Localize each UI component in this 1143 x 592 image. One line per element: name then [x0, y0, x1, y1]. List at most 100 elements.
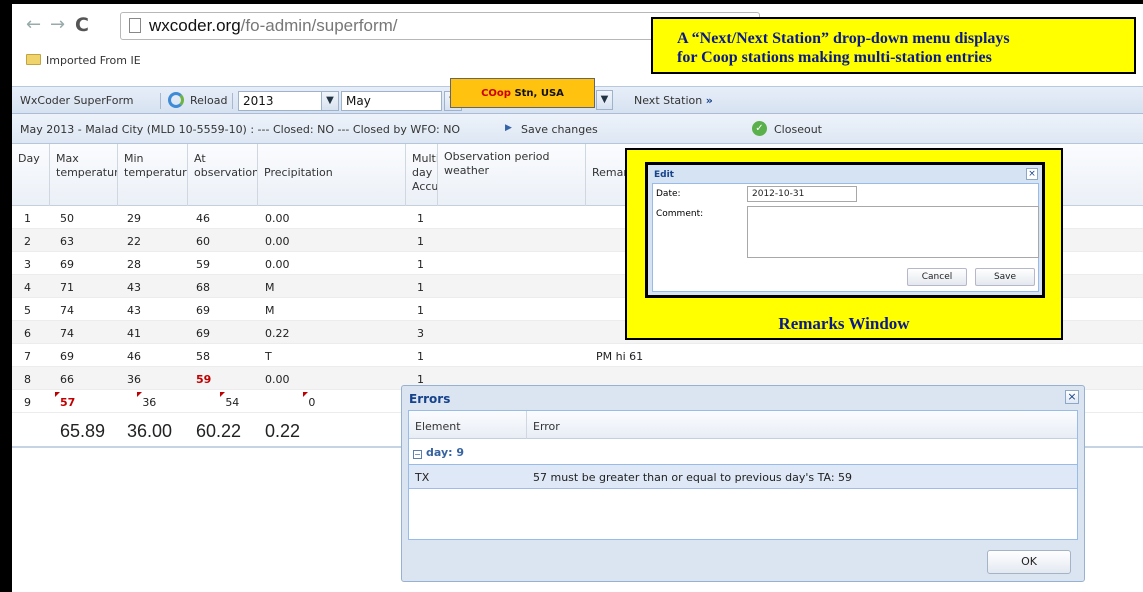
forward-arrow-icon[interactable]: → [50, 14, 65, 35]
edit-dialog: Edit × Date: 2012-10-31 Comment: Cancel … [645, 162, 1045, 298]
col-at[interactable]: At observation [188, 144, 258, 206]
cell-min-temp[interactable]: 46 [127, 350, 141, 363]
cell-precip[interactable]: M [265, 281, 275, 294]
page-icon [129, 18, 141, 33]
chevron-down-icon[interactable]: ▼ [321, 92, 338, 110]
error-group-label: day: 9 [426, 446, 465, 459]
cell-max-temp[interactable]: 63 [60, 235, 74, 248]
cell-multi-day[interactable]: 3 [417, 327, 424, 340]
cell-min-temp[interactable]: 43 [127, 281, 141, 294]
total-precip: 0.22 [265, 421, 301, 441]
cell-min-temp[interactable]: 29 [127, 212, 141, 225]
cell-at-obs[interactable]: 58 [196, 350, 210, 363]
col-min[interactable]: Min temperatur [118, 144, 188, 206]
col-multi[interactable]: Multi-day Accumu [406, 144, 438, 206]
cell-day[interactable]: 2 [24, 235, 31, 248]
cell-at-obs[interactable]: 60 [196, 235, 210, 248]
cell-multi-day[interactable]: 1 [417, 350, 424, 363]
cell-multi-day[interactable]: 1 [417, 235, 424, 248]
date-field[interactable]: 2012-10-31 [747, 186, 857, 202]
col-obs-weather[interactable]: Observation period weather [438, 144, 586, 206]
cell-max-temp[interactable]: 66 [60, 373, 74, 386]
cell-min-temp[interactable]: 36 [127, 373, 141, 386]
cell-min-temp[interactable]: 22 [127, 235, 141, 248]
errors-dialog-title: Errors [409, 392, 451, 406]
reload-icon[interactable] [168, 92, 184, 108]
station-chevron-down-icon[interactable]: ▼ [596, 90, 613, 110]
collapse-icon[interactable]: − [413, 450, 422, 459]
error-group-day-9[interactable]: − day: 9 [409, 439, 1077, 465]
save-button[interactable]: Save [975, 268, 1035, 286]
cell-remarks[interactable]: PM hi 61 [596, 350, 643, 363]
cell-precip[interactable]: 0 [308, 396, 315, 409]
cell-multi-day[interactable]: 1 [417, 281, 424, 294]
cell-min-temp[interactable]: 41 [127, 327, 141, 340]
error-row[interactable]: TX 57 must be greater than or equal to p… [409, 465, 1077, 489]
cell-max-temp[interactable]: 74 [60, 327, 74, 340]
col-day[interactable]: Day [12, 144, 50, 206]
cell-day[interactable]: 9 [24, 396, 31, 409]
cell-precip[interactable]: 0.00 [265, 235, 290, 248]
cell-day[interactable]: 3 [24, 258, 31, 271]
errors-grid: Element Error − day: 9 TX 57 must be grea… [408, 410, 1078, 540]
annotation-callout: A “Next/Next Station” drop-down menu dis… [651, 17, 1136, 74]
table-row[interactable]: 7 69 46 58 T 1 PM hi 61 [12, 344, 1143, 367]
cell-day[interactable]: 5 [24, 304, 31, 317]
cell-day[interactable]: 8 [24, 373, 31, 386]
cell-at-obs[interactable]: 59 [196, 373, 211, 386]
comment-field[interactable] [747, 206, 1039, 258]
cell-day[interactable]: 4 [24, 281, 31, 294]
cell-day[interactable]: 1 [24, 212, 31, 225]
back-arrow-icon[interactable]: ← [26, 14, 41, 35]
url-host: wxcoder.org [149, 16, 241, 35]
col-precip[interactable]: Precipitation [258, 144, 406, 206]
edit-dialog-body: Date: 2012-10-31 Comment: Cancel Save [652, 183, 1039, 292]
cell-min-temp[interactable]: 43 [127, 304, 141, 317]
reload-icon[interactable]: C [75, 14, 89, 36]
cell-at-obs[interactable]: 54 [225, 396, 239, 409]
cell-precip[interactable]: T [265, 350, 272, 363]
col-element[interactable]: Element [409, 411, 527, 439]
cell-max-temp[interactable]: 69 [60, 258, 74, 271]
cell-min-temp[interactable]: 36 [142, 396, 156, 409]
cell-max-temp[interactable]: 57 [60, 396, 75, 409]
cell-max-temp[interactable]: 71 [60, 281, 74, 294]
cell-precip[interactable]: 0.00 [265, 373, 290, 386]
cell-day[interactable]: 7 [24, 350, 31, 363]
cell-max-temp[interactable]: 74 [60, 304, 74, 317]
cell-precip[interactable]: 0.22 [265, 327, 290, 340]
cell-multi-day[interactable]: 1 [417, 304, 424, 317]
station-select[interactable]: COop Stn, USA [450, 78, 595, 108]
cell-at-obs[interactable]: 59 [196, 258, 210, 271]
closeout-button[interactable]: Closeout [774, 123, 822, 136]
cell-at-obs[interactable]: 46 [196, 212, 210, 225]
cell-precip[interactable]: 0.00 [265, 212, 290, 225]
cell-multi-day[interactable]: 1 [417, 212, 424, 225]
reload-button[interactable]: Reload [190, 94, 227, 107]
cell-multi-day[interactable]: 1 [417, 258, 424, 271]
close-icon[interactable]: × [1026, 168, 1038, 180]
cell-at-obs[interactable]: 69 [196, 327, 210, 340]
cell-max-temp[interactable]: 69 [60, 350, 74, 363]
col-error[interactable]: Error [527, 411, 1077, 439]
cancel-button[interactable]: Cancel [907, 268, 967, 286]
col-max[interactable]: Max temperatur [50, 144, 118, 206]
cell-at-obs[interactable]: 68 [196, 281, 210, 294]
save-changes-button[interactable]: Save changes [521, 123, 598, 136]
cell-at-obs[interactable]: 69 [196, 304, 210, 317]
total-at: 60.22 [196, 421, 242, 441]
bookmark-label: Imported From IE [46, 54, 141, 67]
year-select[interactable]: 2013 ▼ [238, 91, 339, 111]
cell-min-temp[interactable]: 28 [127, 258, 141, 271]
next-station-label: Next Station [634, 94, 703, 107]
month-select[interactable]: May [341, 91, 442, 111]
cell-precip[interactable]: 0.00 [265, 258, 290, 271]
station-name: Stn, USA [510, 88, 564, 99]
bookmark-imported[interactable]: Imported From IE [26, 54, 141, 67]
cell-day[interactable]: 6 [24, 327, 31, 340]
ok-button[interactable]: OK [987, 550, 1071, 574]
close-icon[interactable]: × [1065, 390, 1079, 404]
cell-max-temp[interactable]: 50 [60, 212, 74, 225]
next-station-button[interactable]: Next Station » [634, 94, 713, 107]
cell-precip[interactable]: M [265, 304, 275, 317]
